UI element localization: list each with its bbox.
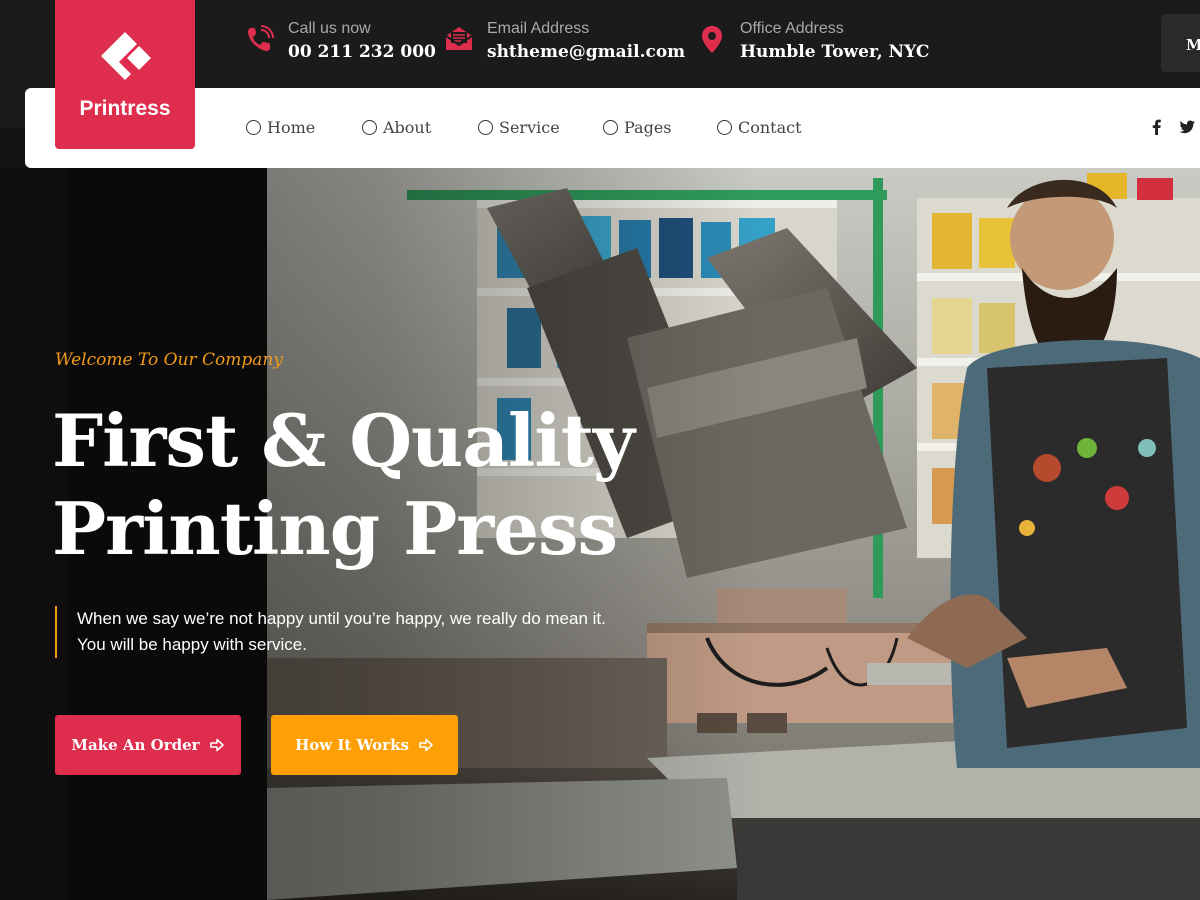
nav-item-home[interactable]: Home <box>246 115 315 139</box>
circle-bullet-icon <box>246 119 261 135</box>
circle-bullet-icon <box>362 119 377 135</box>
email-label: Email Address <box>487 20 590 37</box>
nav-item-service[interactable]: Service <box>478 115 560 139</box>
hero-headline: First & Quality Printing Press <box>52 397 752 573</box>
circle-bullet-icon <box>717 119 732 135</box>
how-it-works-label: How It Works <box>295 736 409 754</box>
phone-icon <box>248 25 274 51</box>
brand-logo[interactable]: Printress <box>55 0 195 149</box>
main-navbar: Home About Service Pages Contact <box>25 88 1200 168</box>
logo-mark-icon <box>101 32 151 80</box>
twitter-icon[interactable] <box>1178 118 1196 136</box>
nav-item-contact[interactable]: Contact <box>717 115 802 139</box>
facebook-icon[interactable] <box>1148 118 1166 136</box>
circle-bullet-icon <box>603 119 618 135</box>
nav-item-label: Contact <box>738 117 802 137</box>
headline-line-2: Printing Press <box>52 486 618 571</box>
nav-item-label: Home <box>267 117 316 137</box>
hero-intro: When we say we’re not happy until you’re… <box>55 606 715 658</box>
headline-line-1: First & Quality <box>52 398 635 483</box>
menu-toggle-button[interactable]: M <box>1161 14 1200 72</box>
nav-item-label: About <box>383 117 432 137</box>
office-value: Humble Tower, NYC <box>740 42 930 62</box>
intro-line-2: You will be happy with service. <box>77 635 307 654</box>
nav-item-about[interactable]: About <box>362 115 431 139</box>
location-pin-icon <box>702 26 722 53</box>
arrow-right-icon <box>419 738 433 752</box>
make-an-order-label: Make An Order <box>71 736 200 754</box>
phone-value[interactable]: 00 211 232 000 <box>288 42 436 62</box>
nav-item-pages[interactable]: Pages <box>603 115 672 139</box>
arrow-right-icon <box>209 738 224 752</box>
email-icon <box>445 27 473 50</box>
make-an-order-button[interactable]: Make An Order <box>55 715 241 775</box>
hero-eyebrow: Welcome To Our Company <box>55 350 283 370</box>
office-label: Office Address <box>740 20 844 37</box>
nav-item-label: Service <box>499 117 560 137</box>
how-it-works-button[interactable]: How It Works <box>271 715 458 775</box>
nav-item-label: Pages <box>624 117 672 137</box>
brand-name: Printress <box>79 97 171 120</box>
email-value[interactable]: shtheme@gmail.com <box>487 42 685 62</box>
intro-line-1: When we say we’re not happy until you’re… <box>77 609 606 628</box>
circle-bullet-icon <box>478 119 493 135</box>
phone-label: Call us now <box>288 20 371 37</box>
